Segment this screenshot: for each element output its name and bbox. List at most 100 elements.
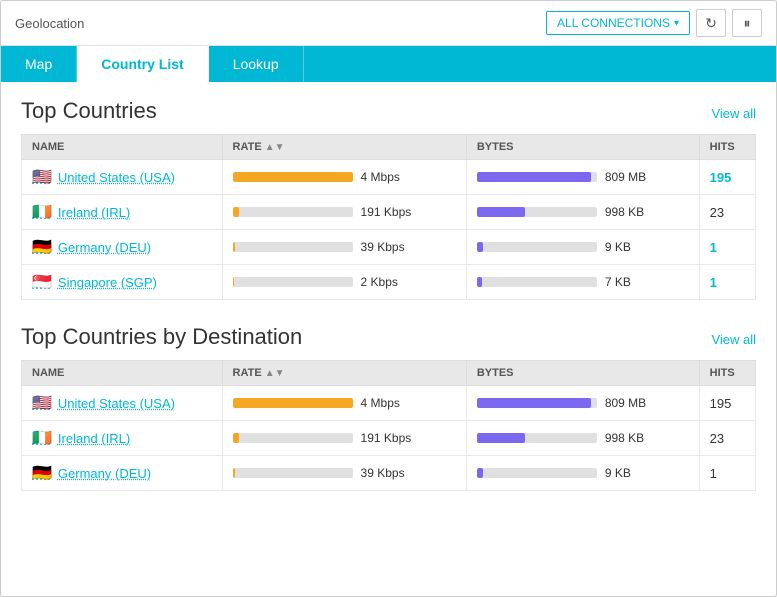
rate-cell: 2 Kbps — [222, 265, 466, 300]
hits-cell: 23 — [699, 421, 755, 456]
rate-label: 4 Mbps — [361, 396, 400, 410]
name-cell: 🇩🇪 Germany (DEU) — [22, 456, 223, 491]
table-row: 🇺🇸 United States (USA) 4 Mbps 809 MB 195 — [22, 386, 756, 421]
bytes-cell: 9 KB — [466, 456, 699, 491]
hits-value: 195 — [710, 170, 732, 185]
col-dest-rate: RATE ▲▼ — [222, 361, 466, 386]
bytes-bar-cell: 809 MB — [477, 170, 689, 184]
country-name-link[interactable]: 🇩🇪 Germany (DEU) — [32, 463, 212, 483]
rate-bar-track — [233, 172, 353, 182]
hits-value: 1 — [710, 275, 717, 290]
bytes-label: 9 KB — [605, 240, 631, 254]
pause-button[interactable]: ⏸ — [732, 9, 762, 37]
rate-bar-fill — [233, 172, 353, 182]
name-cell: 🇮🇪 Ireland (IRL) — [22, 421, 223, 456]
top-countries-table: NAME RATE ▲▼ BYTES HITS 🇺🇸 United States… — [21, 134, 756, 300]
rate-cell: 191 Kbps — [222, 421, 466, 456]
name-cell: 🇺🇸 United States (USA) — [22, 160, 223, 195]
rate-cell: 4 Mbps — [222, 386, 466, 421]
bytes-cell: 809 MB — [466, 160, 699, 195]
bytes-bar-fill — [477, 207, 525, 217]
top-countries-section: Top Countries View all NAME RATE ▲▼ BYTE… — [21, 98, 756, 300]
bytes-label: 7 KB — [605, 275, 631, 289]
table-row: 🇩🇪 Germany (DEU) 39 Kbps 9 KB 1 — [22, 456, 756, 491]
top-countries-dest-section: Top Countries by Destination View all NA… — [21, 324, 756, 491]
col-hits: HITS — [699, 135, 755, 160]
hits-value: 1 — [710, 240, 717, 255]
col-dest-hits: HITS — [699, 361, 755, 386]
bytes-bar-track — [477, 468, 597, 478]
top-countries-view-all[interactable]: View all — [711, 106, 756, 121]
rate-cell: 191 Kbps — [222, 195, 466, 230]
hits-cell: 195 — [699, 386, 755, 421]
country-label: Germany (DEU) — [58, 240, 151, 255]
bytes-bar-cell: 998 KB — [477, 431, 689, 445]
country-name-link[interactable]: 🇮🇪 Ireland (IRL) — [32, 428, 212, 448]
bytes-bar-track — [477, 277, 597, 287]
main-content: Top Countries View all NAME RATE ▲▼ BYTE… — [1, 82, 776, 531]
bytes-bar-track — [477, 172, 597, 182]
refresh-icon: ↻ — [705, 15, 717, 32]
bytes-cell: 998 KB — [466, 421, 699, 456]
bytes-label: 9 KB — [605, 466, 631, 480]
rate-bar-track — [233, 398, 353, 408]
country-name-link[interactable]: 🇺🇸 United States (USA) — [32, 393, 212, 413]
header: Geolocation ALL CONNECTIONS ▾ ↻ ⏸ — [1, 1, 776, 46]
tab-country-list[interactable]: Country List — [77, 46, 208, 82]
refresh-button[interactable]: ↻ — [696, 9, 726, 37]
rate-bar-fill — [233, 433, 239, 443]
rate-bar-fill — [233, 277, 234, 287]
rate-bar-cell: 39 Kbps — [233, 466, 456, 480]
country-name-link[interactable]: 🇸🇬 Singapore (SGP) — [32, 272, 212, 292]
connections-button[interactable]: ALL CONNECTIONS ▾ — [546, 11, 690, 35]
rate-bar-cell: 2 Kbps — [233, 275, 456, 289]
tab-map[interactable]: Map — [1, 46, 77, 82]
hits-value: 23 — [710, 205, 724, 220]
rate-label: 191 Kbps — [361, 431, 412, 445]
table-row: 🇩🇪 Germany (DEU) 39 Kbps 9 KB 1 — [22, 230, 756, 265]
col-dest-name: NAME — [22, 361, 223, 386]
bytes-cell: 9 KB — [466, 230, 699, 265]
country-flag: 🇮🇪 — [32, 202, 52, 222]
top-countries-dest-view-all[interactable]: View all — [711, 332, 756, 347]
rate-cell: 39 Kbps — [222, 456, 466, 491]
hits-cell: 1 — [699, 456, 755, 491]
bytes-cell: 7 KB — [466, 265, 699, 300]
country-label: Singapore (SGP) — [58, 275, 157, 290]
col-dest-bytes: BYTES — [466, 361, 699, 386]
hits-value: 23 — [710, 431, 724, 446]
rate-bar-track — [233, 277, 353, 287]
country-flag: 🇩🇪 — [32, 463, 52, 483]
country-name-link[interactable]: 🇺🇸 United States (USA) — [32, 167, 212, 187]
bytes-bar-fill — [477, 433, 525, 443]
bytes-bar-fill — [477, 242, 483, 252]
pause-icon: ⏸ — [744, 15, 751, 32]
bytes-bar-cell: 9 KB — [477, 466, 689, 480]
bytes-label: 809 MB — [605, 396, 646, 410]
rate-bar-cell: 39 Kbps — [233, 240, 456, 254]
country-flag: 🇸🇬 — [32, 272, 52, 292]
country-flag: 🇺🇸 — [32, 393, 52, 413]
rate-label: 39 Kbps — [361, 240, 405, 254]
name-cell: 🇩🇪 Germany (DEU) — [22, 230, 223, 265]
rate-bar-fill — [233, 468, 235, 478]
sort-dest-icon: ▲▼ — [265, 368, 285, 379]
rate-bar-fill — [233, 398, 353, 408]
tab-lookup[interactable]: Lookup — [209, 46, 304, 82]
rate-label: 2 Kbps — [361, 275, 398, 289]
country-label: Germany (DEU) — [58, 466, 151, 481]
header-controls: ALL CONNECTIONS ▾ ↻ ⏸ — [546, 9, 762, 37]
top-countries-dest-table: NAME RATE ▲▼ BYTES HITS 🇺🇸 United States… — [21, 360, 756, 491]
rate-bar-track — [233, 207, 353, 217]
bytes-label: 998 KB — [605, 431, 644, 445]
bytes-bar-track — [477, 433, 597, 443]
rate-bar-track — [233, 468, 353, 478]
country-name-link[interactable]: 🇩🇪 Germany (DEU) — [32, 237, 212, 257]
table-row: 🇮🇪 Ireland (IRL) 191 Kbps 998 KB 23 — [22, 421, 756, 456]
hits-value: 1 — [710, 466, 717, 481]
country-name-link[interactable]: 🇮🇪 Ireland (IRL) — [32, 202, 212, 222]
name-cell: 🇮🇪 Ireland (IRL) — [22, 195, 223, 230]
top-countries-dest-header: Top Countries by Destination View all — [21, 324, 756, 350]
rate-label: 4 Mbps — [361, 170, 400, 184]
hits-cell: 1 — [699, 230, 755, 265]
